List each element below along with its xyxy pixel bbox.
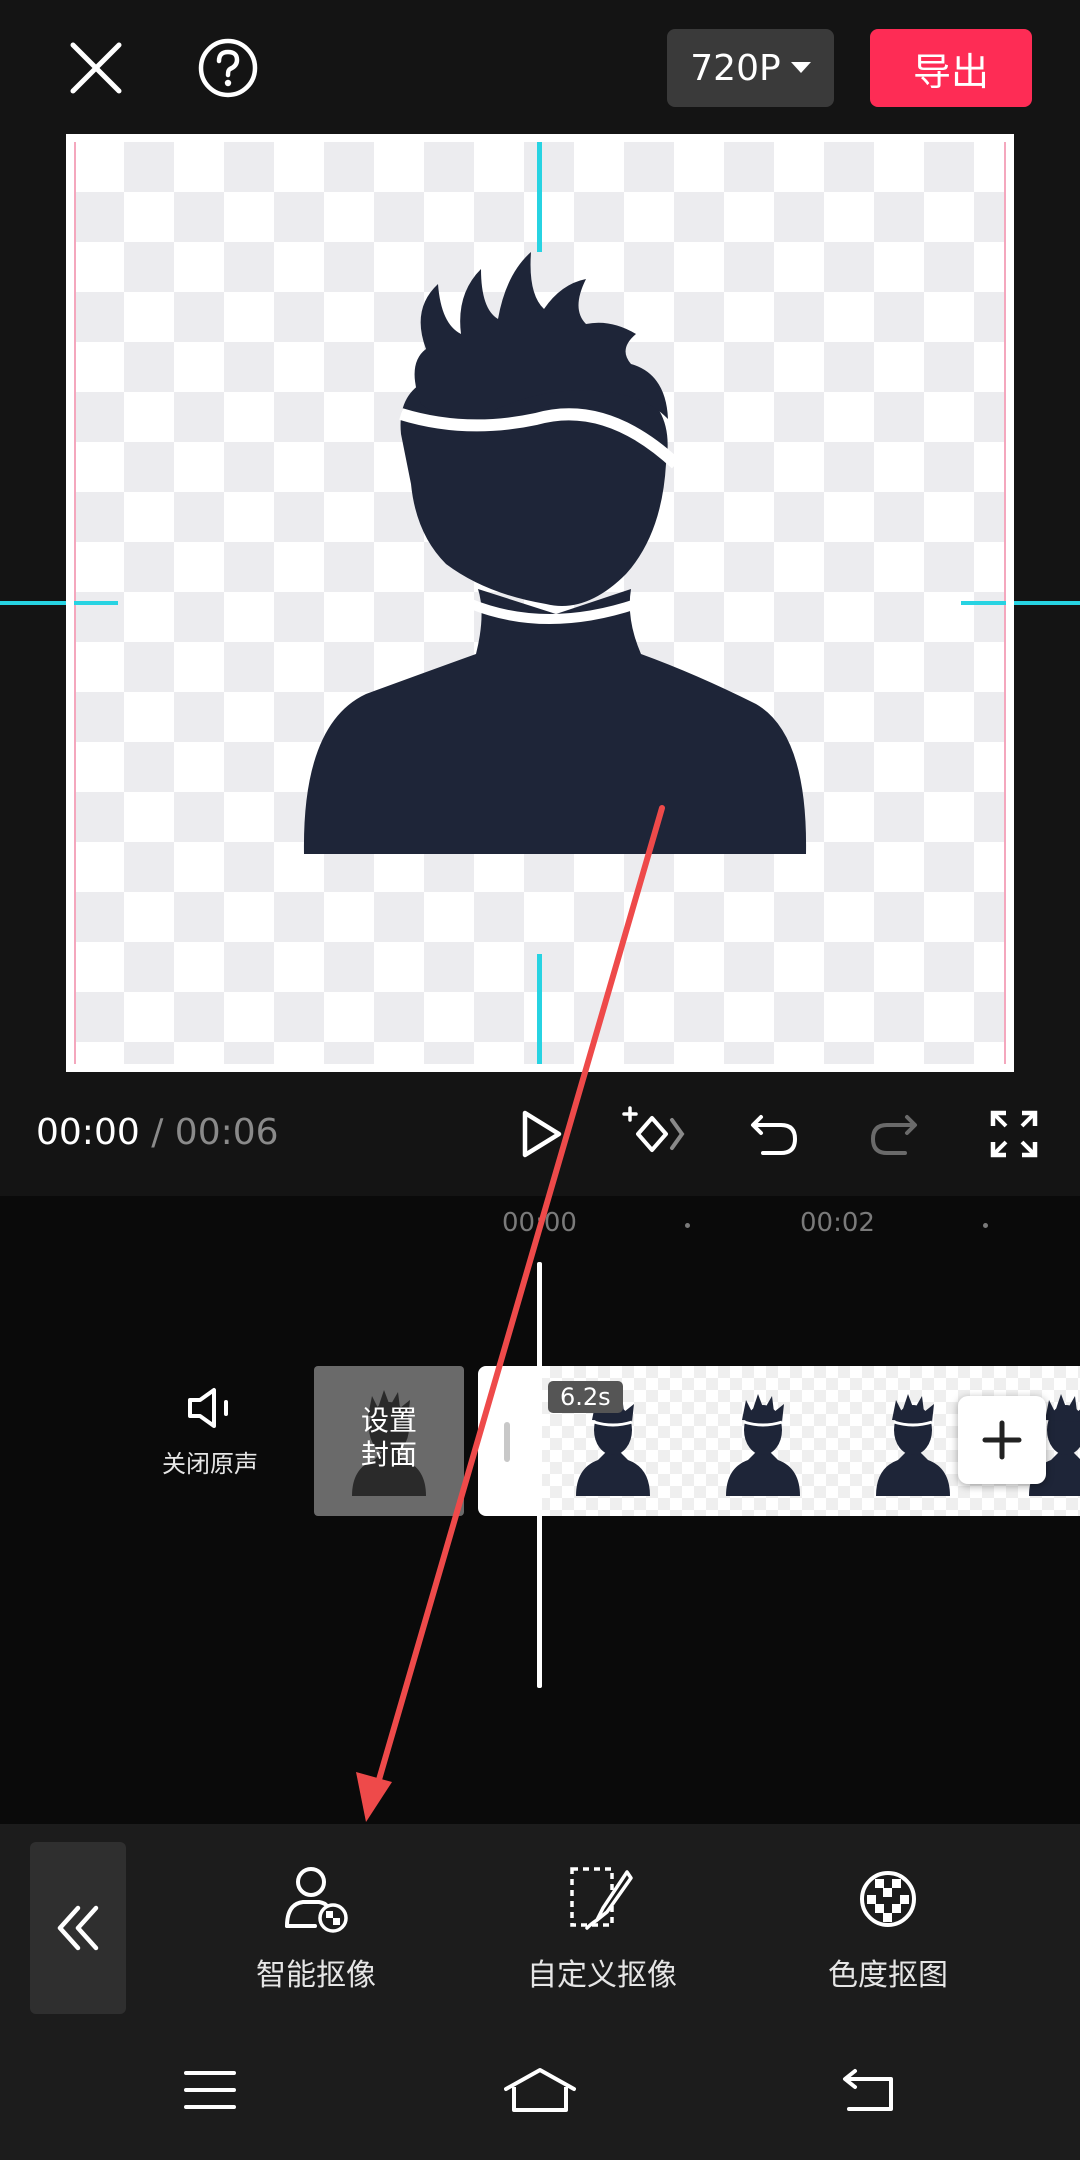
play-button[interactable]: [510, 1102, 574, 1166]
fullscreen-icon: [990, 1110, 1038, 1158]
undo-button[interactable]: [742, 1102, 806, 1166]
ruler-label-1: 00:02: [800, 1208, 875, 1238]
help-button[interactable]: [190, 30, 266, 106]
chroma-key-label: 色度抠图: [828, 1958, 948, 1993]
export-button[interactable]: 导出: [870, 29, 1032, 107]
help-icon: [198, 38, 258, 98]
top-bar: 720P 导出: [0, 0, 1080, 134]
timeline[interactable]: 00:00 00:02 关闭原声 设置 封面 6.2s: [0, 1196, 1080, 1824]
cutout-toolbar: 智能抠像 自定义抠像 色度抠图: [0, 1824, 1080, 2020]
redo-button[interactable]: [862, 1102, 926, 1166]
set-cover-label: 设置 封面: [360, 1404, 417, 1471]
preview-area: [0, 134, 1080, 1072]
home-nav-button[interactable]: [490, 2050, 590, 2130]
timecode: 00:00 / 00:06: [36, 1112, 279, 1153]
clip-trim-handle[interactable]: [504, 1422, 510, 1462]
add-keyframe-button[interactable]: [622, 1102, 686, 1166]
chroma-key-button[interactable]: 色度抠图: [788, 1864, 988, 1994]
total-time: 00:06: [174, 1112, 279, 1153]
resolution-dropdown[interactable]: 720P: [667, 29, 834, 107]
ruler-dot: [983, 1223, 988, 1228]
undo-icon: [751, 1115, 798, 1155]
center-guide-left-outer: [0, 601, 66, 605]
set-cover-button[interactable]: 设置 封面: [314, 1366, 464, 1516]
ruler-label-0: 00:00: [502, 1208, 577, 1238]
back-icon: [843, 2069, 893, 2111]
speaker-icon: [188, 1388, 228, 1428]
person-silhouette-image: [303, 252, 807, 854]
smart-cutout-label: 智能抠像: [256, 1958, 376, 1993]
close-button[interactable]: [58, 30, 134, 106]
custom-cutout-icon: [570, 1867, 633, 1930]
custom-cutout-button[interactable]: 自定义抠像: [502, 1864, 702, 1994]
center-guide-right-outer: [1014, 601, 1080, 605]
clip-thumbnail: [876, 1394, 950, 1496]
double-chevron-left-icon: [57, 1905, 99, 1951]
redo-icon: [870, 1115, 917, 1155]
export-label: 导出: [912, 49, 989, 94]
video-canvas[interactable]: [66, 134, 1014, 1072]
menu-nav-button[interactable]: [160, 2050, 260, 2130]
smart-cutout-icon: [285, 1867, 348, 1933]
collapse-toolbar-button[interactable]: [30, 1842, 126, 2014]
playback-controls: 00:00 / 00:06: [0, 1072, 1080, 1196]
current-time: 00:00: [36, 1112, 140, 1153]
add-clip-button[interactable]: [958, 1396, 1046, 1484]
play-icon: [522, 1110, 562, 1158]
playhead[interactable]: [537, 1262, 542, 1688]
custom-cutout-label: 自定义抠像: [527, 1958, 677, 1993]
center-guide-top: [537, 142, 542, 252]
smart-cutout-button[interactable]: 智能抠像: [216, 1864, 416, 1994]
center-guide-bottom: [537, 954, 542, 1064]
keyframe-icon: [622, 1106, 685, 1152]
caret-down-icon: [790, 62, 811, 73]
video-editor: 720P 导出 00:00 / 00:06 00:00 00:02 关闭原声 设…: [0, 0, 1080, 2160]
resolution-value: 720P: [690, 47, 781, 89]
mute-original-label: 关闭原声: [162, 1450, 258, 1478]
close-icon: [70, 42, 122, 94]
system-nav-bar: [0, 2020, 1080, 2160]
menu-icon: [184, 2071, 236, 2109]
ruler-dot: [685, 1223, 690, 1228]
fullscreen-button[interactable]: [982, 1102, 1046, 1166]
chroma-key-icon: [860, 1871, 916, 1927]
clip-duration-badge: 6.2s: [548, 1381, 623, 1413]
center-guide-right-inner: [961, 601, 1006, 605]
center-guide-left-inner: [74, 601, 118, 605]
home-icon: [504, 2068, 576, 2112]
back-nav-button[interactable]: [818, 2050, 918, 2130]
clip-thumbnail: [726, 1394, 800, 1496]
plus-icon: [982, 1420, 1022, 1460]
time-separator: /: [151, 1112, 164, 1153]
mute-original-button[interactable]: 关闭原声: [150, 1386, 270, 1479]
